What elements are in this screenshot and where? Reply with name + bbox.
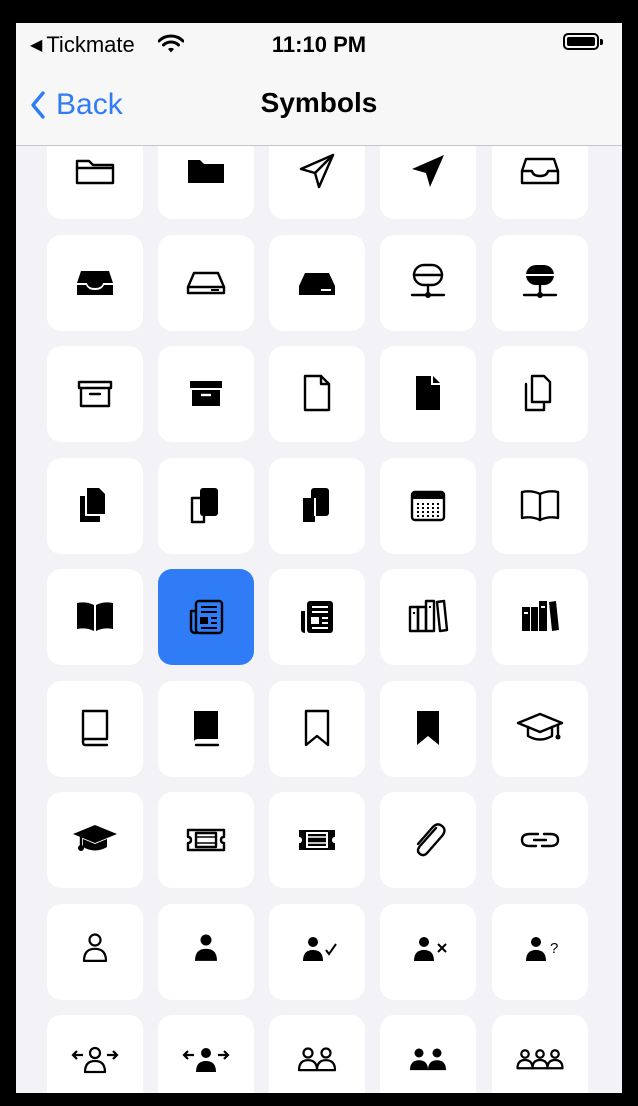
symbol-cell[interactable] xyxy=(380,680,476,777)
person-fill-icon xyxy=(195,934,217,961)
doc-on-doc-icon xyxy=(524,374,552,412)
paperplane-fill-icon xyxy=(412,155,444,187)
symbol-cell[interactable] xyxy=(269,792,365,888)
symbol-cell[interactable] xyxy=(380,457,476,554)
page-title: Symbols xyxy=(260,87,378,118)
symbol-cell[interactable] xyxy=(380,569,476,665)
doc-icon xyxy=(303,374,331,412)
symbol-cell[interactable] xyxy=(269,346,365,442)
archivebox-fill-icon xyxy=(190,381,222,406)
ticket-fill-icon xyxy=(299,830,335,850)
navigation-bar: Back Symbols xyxy=(16,65,622,146)
person-fill-questionmark-icon: ? xyxy=(526,936,558,961)
externaldrive-fill-icon xyxy=(299,272,335,295)
screen: ◀ Tickmate 11:10 PM Back Symbols ? xyxy=(16,23,622,1093)
symbol-cell[interactable] xyxy=(158,792,254,888)
symbol-cell[interactable] xyxy=(158,457,254,554)
bookmark-fill-icon xyxy=(417,710,439,745)
externaldrive-icon xyxy=(186,271,226,294)
symbol-cell[interactable] xyxy=(47,146,143,219)
doc-on-doc-fill-icon xyxy=(80,487,105,522)
symbol-cell[interactable] xyxy=(492,1015,588,1093)
symbol-cell[interactable]: ? xyxy=(492,903,588,1000)
symbol-cell[interactable] xyxy=(269,234,365,331)
symbol-cell[interactable] xyxy=(380,234,476,331)
symbol-cell[interactable] xyxy=(492,569,588,665)
person-fill-xmark-icon xyxy=(414,936,447,961)
symbol-cell[interactable] xyxy=(269,457,365,554)
symbol-cell[interactable] xyxy=(158,903,254,1000)
person-fill-checkmark-icon xyxy=(303,936,337,961)
symbol-cell[interactable] xyxy=(380,346,476,442)
symbol-cell[interactable] xyxy=(158,569,254,665)
symbol-cell[interactable] xyxy=(269,680,365,777)
symbol-cell[interactable] xyxy=(269,1015,365,1093)
symbol-cell[interactable] xyxy=(492,792,588,888)
symbol-cell[interactable] xyxy=(380,146,476,219)
symbol-cell[interactable] xyxy=(158,146,254,219)
symbol-cell[interactable] xyxy=(158,1015,254,1093)
symbol-cell[interactable] xyxy=(269,146,365,219)
book-closed-icon xyxy=(81,709,109,746)
symbol-cell[interactable] xyxy=(47,346,143,442)
server-rack-fill-icon xyxy=(522,264,558,298)
symbol-cell[interactable] xyxy=(269,903,365,1000)
book-icon xyxy=(520,489,560,521)
symbol-cell[interactable] xyxy=(380,903,476,1000)
symbol-cell[interactable] xyxy=(47,792,143,888)
status-bar: ◀ Tickmate 11:10 PM xyxy=(16,23,622,65)
books-vertical-fill-icon xyxy=(522,601,559,631)
paperplane-icon xyxy=(299,153,335,189)
symbol-cell[interactable] xyxy=(47,569,143,665)
symbol-cell[interactable] xyxy=(47,1015,143,1093)
archivebox-icon xyxy=(77,380,113,408)
symbol-cell[interactable] xyxy=(47,234,143,331)
bookmark-icon xyxy=(304,709,330,746)
symbol-cell[interactable] xyxy=(380,1015,476,1093)
newspaper-fill-icon xyxy=(301,601,333,633)
symbol-cell[interactable] xyxy=(47,903,143,1000)
person-3-icon xyxy=(516,1049,564,1070)
symbol-cell[interactable] xyxy=(492,680,588,777)
symbol-cell[interactable] xyxy=(492,146,588,219)
symbol-grid: ? xyxy=(16,146,622,1093)
person-2-icon xyxy=(297,1047,337,1072)
book-fill-icon xyxy=(77,602,113,631)
person-fill-arrows-icon xyxy=(182,1048,230,1072)
server-rack-icon xyxy=(410,263,446,298)
symbol-cell[interactable] xyxy=(158,680,254,777)
symbol-cell[interactable] xyxy=(158,234,254,331)
phone-doc-fill-icon xyxy=(303,487,329,522)
link-icon xyxy=(520,832,560,848)
symbol-cell[interactable] xyxy=(47,457,143,554)
ticket-icon xyxy=(186,828,226,852)
folder-fill-icon xyxy=(188,160,224,183)
paperclip-icon xyxy=(416,823,446,857)
calendar-icon xyxy=(410,490,446,521)
symbol-cell[interactable] xyxy=(492,346,588,442)
books-vertical-icon xyxy=(408,599,449,633)
folder-icon xyxy=(75,159,115,185)
person-2-fill-icon xyxy=(410,1048,446,1071)
person-icon xyxy=(82,932,108,962)
symbol-cell[interactable] xyxy=(47,680,143,777)
tray-icon xyxy=(520,157,560,185)
graduationcap-icon xyxy=(516,712,564,741)
book-closed-fill-icon xyxy=(194,710,220,746)
symbol-cell[interactable] xyxy=(158,346,254,442)
symbol-cell[interactable] xyxy=(269,569,365,665)
svg-text:?: ? xyxy=(550,940,558,957)
symbol-cell[interactable] xyxy=(492,457,588,554)
doc-fill-icon xyxy=(416,376,440,410)
newspaper-icon xyxy=(189,599,224,635)
graduationcap-fill-icon xyxy=(73,825,117,851)
symbol-cell[interactable] xyxy=(492,234,588,331)
symbol-cell[interactable] xyxy=(380,792,476,888)
person-fill-turn-left-right-icon xyxy=(71,1046,119,1074)
phone-doc-icon xyxy=(190,487,218,523)
battery-icon xyxy=(563,33,603,50)
tray-fill-icon xyxy=(77,270,113,295)
status-time: 11:10 PM xyxy=(271,32,367,57)
